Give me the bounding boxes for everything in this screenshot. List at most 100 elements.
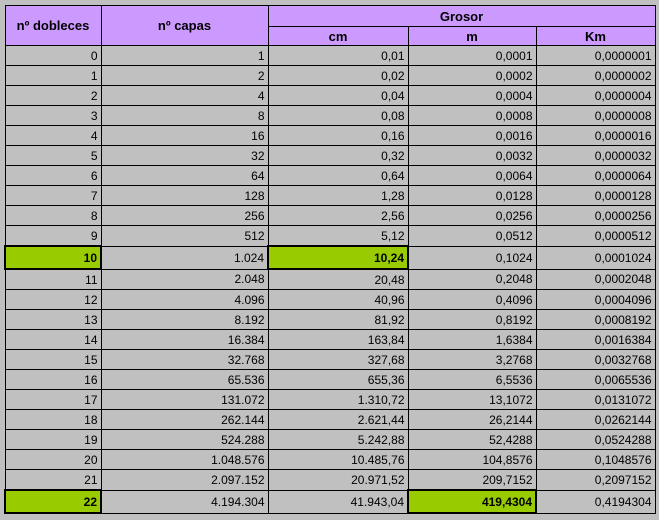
cell-dobleces-highlighted[interactable]: 10 (4, 245, 102, 270)
cell-m[interactable]: 0,8192 (407, 309, 537, 330)
cell-capas[interactable]: 2 (100, 65, 269, 86)
cell-cm[interactable]: 327,68 (267, 349, 409, 370)
cell-cm[interactable]: 40,96 (267, 289, 409, 310)
cell-m[interactable]: 0,0128 (407, 185, 537, 206)
cell-dobleces-highlighted[interactable]: 22 (4, 489, 102, 514)
cell-m[interactable]: 3,2768 (407, 349, 537, 370)
cell-m[interactable]: 0,0016 (407, 125, 537, 146)
cell-m[interactable]: 209,7152 (407, 469, 537, 491)
cell-m[interactable]: 0,2048 (407, 268, 537, 290)
cell-km[interactable]: 0,0001024 (535, 245, 656, 270)
cell-cm[interactable]: 2,56 (267, 205, 409, 226)
cell-capas[interactable]: 524.288 (100, 429, 269, 450)
cell-capas[interactable]: 8.192 (100, 309, 269, 330)
cell-km[interactable]: 0,0000004 (535, 85, 656, 106)
cell-km[interactable]: 0,0000064 (535, 165, 656, 186)
cell-km[interactable]: 0,0002048 (535, 268, 656, 290)
cell-capas[interactable]: 4.194.304 (100, 489, 269, 514)
header-km[interactable]: Km (535, 26, 656, 46)
header-grosor[interactable]: Grosor (267, 5, 656, 27)
cell-km[interactable]: 0,0524288 (535, 429, 656, 450)
cell-dobleces[interactable]: 12 (4, 289, 102, 310)
cell-km[interactable]: 0,2097152 (535, 469, 656, 491)
cell-cm[interactable]: 1.310,72 (267, 389, 409, 410)
cell-cm[interactable]: 5,12 (267, 225, 409, 247)
cell-km[interactable]: 0,0000128 (535, 185, 656, 206)
cell-cm[interactable]: 655,36 (267, 369, 409, 390)
cell-cm[interactable]: 0,01 (267, 45, 409, 66)
cell-m-highlighted[interactable]: 419,4304 (407, 489, 537, 514)
cell-capas[interactable]: 131.072 (100, 389, 269, 410)
cell-km[interactable]: 0,0065536 (535, 369, 656, 390)
cell-capas[interactable]: 32.768 (100, 349, 269, 370)
cell-dobleces[interactable]: 2 (4, 85, 102, 106)
cell-km[interactable]: 0,0000016 (535, 125, 656, 146)
header-dobleces[interactable]: nº dobleces (4, 5, 102, 46)
cell-dobleces[interactable]: 9 (4, 225, 102, 247)
cell-cm[interactable]: 81,92 (267, 309, 409, 330)
cell-cm[interactable]: 5.242,88 (267, 429, 409, 450)
cell-cm[interactable]: 0,02 (267, 65, 409, 86)
cell-km[interactable]: 0,0131072 (535, 389, 656, 410)
cell-km[interactable]: 0,0000002 (535, 65, 656, 86)
cell-km[interactable]: 0,4194304 (535, 489, 656, 514)
cell-capas[interactable]: 4 (100, 85, 269, 106)
cell-capas[interactable]: 16.384 (100, 329, 269, 350)
cell-dobleces[interactable]: 20 (4, 449, 102, 470)
cell-cm[interactable]: 0,32 (267, 145, 409, 166)
cell-capas[interactable]: 256 (100, 205, 269, 226)
cell-km[interactable]: 0,0016384 (535, 329, 656, 350)
cell-capas[interactable]: 128 (100, 185, 269, 206)
cell-capas[interactable]: 1.024 (100, 245, 269, 270)
cell-cm[interactable]: 41.943,04 (267, 489, 409, 514)
cell-cm[interactable]: 0,08 (267, 105, 409, 126)
cell-km[interactable]: 0,0000512 (535, 225, 656, 247)
cell-m[interactable]: 0,0004 (407, 85, 537, 106)
header-cm[interactable]: cm (267, 26, 409, 46)
cell-cm[interactable]: 20,48 (267, 268, 409, 290)
cell-m[interactable]: 0,0256 (407, 205, 537, 226)
cell-cm-highlighted[interactable]: 10,24 (267, 245, 409, 270)
cell-km[interactable]: 0,0262144 (535, 409, 656, 430)
cell-m[interactable]: 104,8576 (407, 449, 537, 470)
cell-cm[interactable]: 1,28 (267, 185, 409, 206)
cell-dobleces[interactable]: 5 (4, 145, 102, 166)
cell-km[interactable]: 0,0032768 (535, 349, 656, 370)
cell-capas[interactable]: 16 (100, 125, 269, 146)
cell-dobleces[interactable]: 1 (4, 65, 102, 86)
cell-capas[interactable]: 2.048 (100, 268, 269, 290)
cell-dobleces[interactable]: 15 (4, 349, 102, 370)
cell-cm[interactable]: 0,16 (267, 125, 409, 146)
cell-km[interactable]: 0,0000032 (535, 145, 656, 166)
cell-km[interactable]: 0,0000256 (535, 205, 656, 226)
cell-capas[interactable]: 64 (100, 165, 269, 186)
cell-cm[interactable]: 10.485,76 (267, 449, 409, 470)
cell-m[interactable]: 0,0001 (407, 45, 537, 66)
cell-cm[interactable]: 163,84 (267, 329, 409, 350)
cell-capas[interactable]: 65.536 (100, 369, 269, 390)
cell-m[interactable]: 0,4096 (407, 289, 537, 310)
cell-dobleces[interactable]: 16 (4, 369, 102, 390)
cell-m[interactable]: 0,0512 (407, 225, 537, 247)
cell-dobleces[interactable]: 21 (4, 469, 102, 491)
cell-dobleces[interactable]: 11 (4, 268, 102, 290)
cell-dobleces[interactable]: 14 (4, 329, 102, 350)
cell-cm[interactable]: 0,04 (267, 85, 409, 106)
cell-m[interactable]: 0,0002 (407, 65, 537, 86)
cell-capas[interactable]: 2.097.152 (100, 469, 269, 491)
cell-m[interactable]: 26,2144 (407, 409, 537, 430)
cell-m[interactable]: 0,0008 (407, 105, 537, 126)
cell-dobleces[interactable]: 18 (4, 409, 102, 430)
cell-capas[interactable]: 1 (100, 45, 269, 66)
cell-capas[interactable]: 32 (100, 145, 269, 166)
cell-cm[interactable]: 20.971,52 (267, 469, 409, 491)
cell-capas[interactable]: 262.144 (100, 409, 269, 430)
cell-km[interactable]: 0,0004096 (535, 289, 656, 310)
cell-m[interactable]: 0,0032 (407, 145, 537, 166)
cell-km[interactable]: 0,0000001 (535, 45, 656, 66)
cell-dobleces[interactable]: 8 (4, 205, 102, 226)
cell-m[interactable]: 13,1072 (407, 389, 537, 410)
cell-capas[interactable]: 512 (100, 225, 269, 247)
cell-m[interactable]: 0,0064 (407, 165, 537, 186)
cell-cm[interactable]: 0,64 (267, 165, 409, 186)
